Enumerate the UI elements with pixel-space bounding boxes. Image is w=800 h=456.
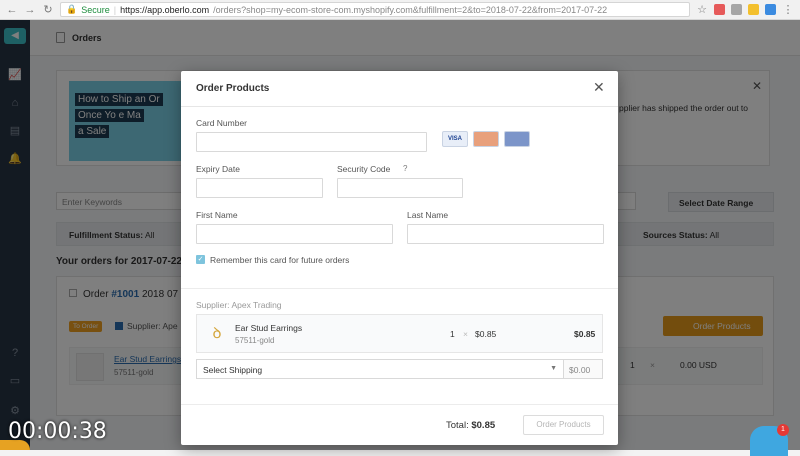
- total-label: Total:: [446, 420, 469, 431]
- extension-icon[interactable]: [765, 4, 776, 15]
- security-code-input[interactable]: [337, 178, 463, 198]
- last-name-label: Last Name: [407, 210, 449, 220]
- mastercard-icon: [473, 131, 499, 147]
- order-item-row: ꝺ Ear Stud Earrings 57511-gold 1 × $0.85…: [196, 314, 603, 353]
- shipping-cost: $0.00: [564, 359, 603, 379]
- chevron-down-icon: ▼: [550, 365, 557, 372]
- reload-icon[interactable]: ↻: [42, 4, 54, 16]
- total-value: $0.85: [471, 420, 496, 431]
- back-icon[interactable]: ←: [6, 4, 18, 16]
- card-number-input[interactable]: [196, 132, 427, 152]
- extension-icon[interactable]: [748, 4, 759, 15]
- divider: [181, 404, 618, 405]
- extension-icon[interactable]: [714, 4, 725, 15]
- url-path: /orders?shop=my-ecom-store-com.myshopify…: [213, 4, 608, 15]
- remember-checkbox[interactable]: ✓: [196, 255, 205, 264]
- browser-toolbar: ← → ↻ 🔒 Secure | https://app.oberlo.com /…: [0, 0, 800, 20]
- item-qty: 1: [450, 329, 455, 339]
- item-name: Ear Stud Earrings: [235, 323, 303, 333]
- address-bar[interactable]: 🔒 Secure | https://app.oberlo.com/orders…: [60, 2, 690, 17]
- last-name-input[interactable]: [407, 224, 604, 244]
- expiry-label: Expiry Date: [196, 164, 240, 174]
- first-name-label: First Name: [196, 210, 238, 220]
- modal-title: Order Products: [196, 83, 270, 94]
- shipping-placeholder: Select Shipping: [203, 365, 263, 375]
- lock-icon: 🔒: [66, 4, 78, 14]
- maestro-icon: [504, 131, 530, 147]
- url-host: https://app.oberlo.com: [120, 4, 210, 15]
- item-price: $0.85: [475, 329, 497, 339]
- modal-header: Order Products ✕: [181, 71, 618, 107]
- security-code-label: Security Code: [337, 164, 391, 174]
- times-icon: ×: [463, 329, 468, 339]
- order-products-modal: Order Products ✕ Card Number VISA Expiry…: [181, 71, 618, 445]
- menu-icon[interactable]: ⋮: [782, 4, 794, 16]
- earring-thumbnail: ꝺ: [212, 325, 222, 342]
- order-products-button[interactable]: Order Products: [523, 415, 604, 435]
- extension-icon[interactable]: [731, 4, 742, 15]
- card-number-label: Card Number: [196, 118, 248, 128]
- item-total: $0.85: [574, 329, 596, 339]
- forward-icon[interactable]: →: [24, 4, 36, 16]
- close-icon[interactable]: ✕: [593, 80, 605, 94]
- order-total: Total: $0.85: [446, 420, 495, 431]
- item-sku: 57511-gold: [235, 336, 275, 345]
- secure-label: Secure: [81, 4, 110, 15]
- chat-badge: 1: [777, 424, 789, 436]
- first-name-input[interactable]: [196, 224, 393, 244]
- expiry-input[interactable]: [196, 178, 323, 198]
- video-timer: 00:00:38: [8, 419, 107, 444]
- shipping-select[interactable]: Select Shipping ▼: [196, 359, 564, 379]
- visa-icon: VISA: [442, 131, 468, 147]
- remember-label: Remember this card for future orders: [210, 255, 350, 265]
- divider: [181, 288, 618, 289]
- bookmark-star-icon[interactable]: ☆: [696, 4, 708, 16]
- supplier-label: Supplier: Apex Trading: [196, 300, 282, 310]
- help-icon[interactable]: ?: [403, 164, 407, 173]
